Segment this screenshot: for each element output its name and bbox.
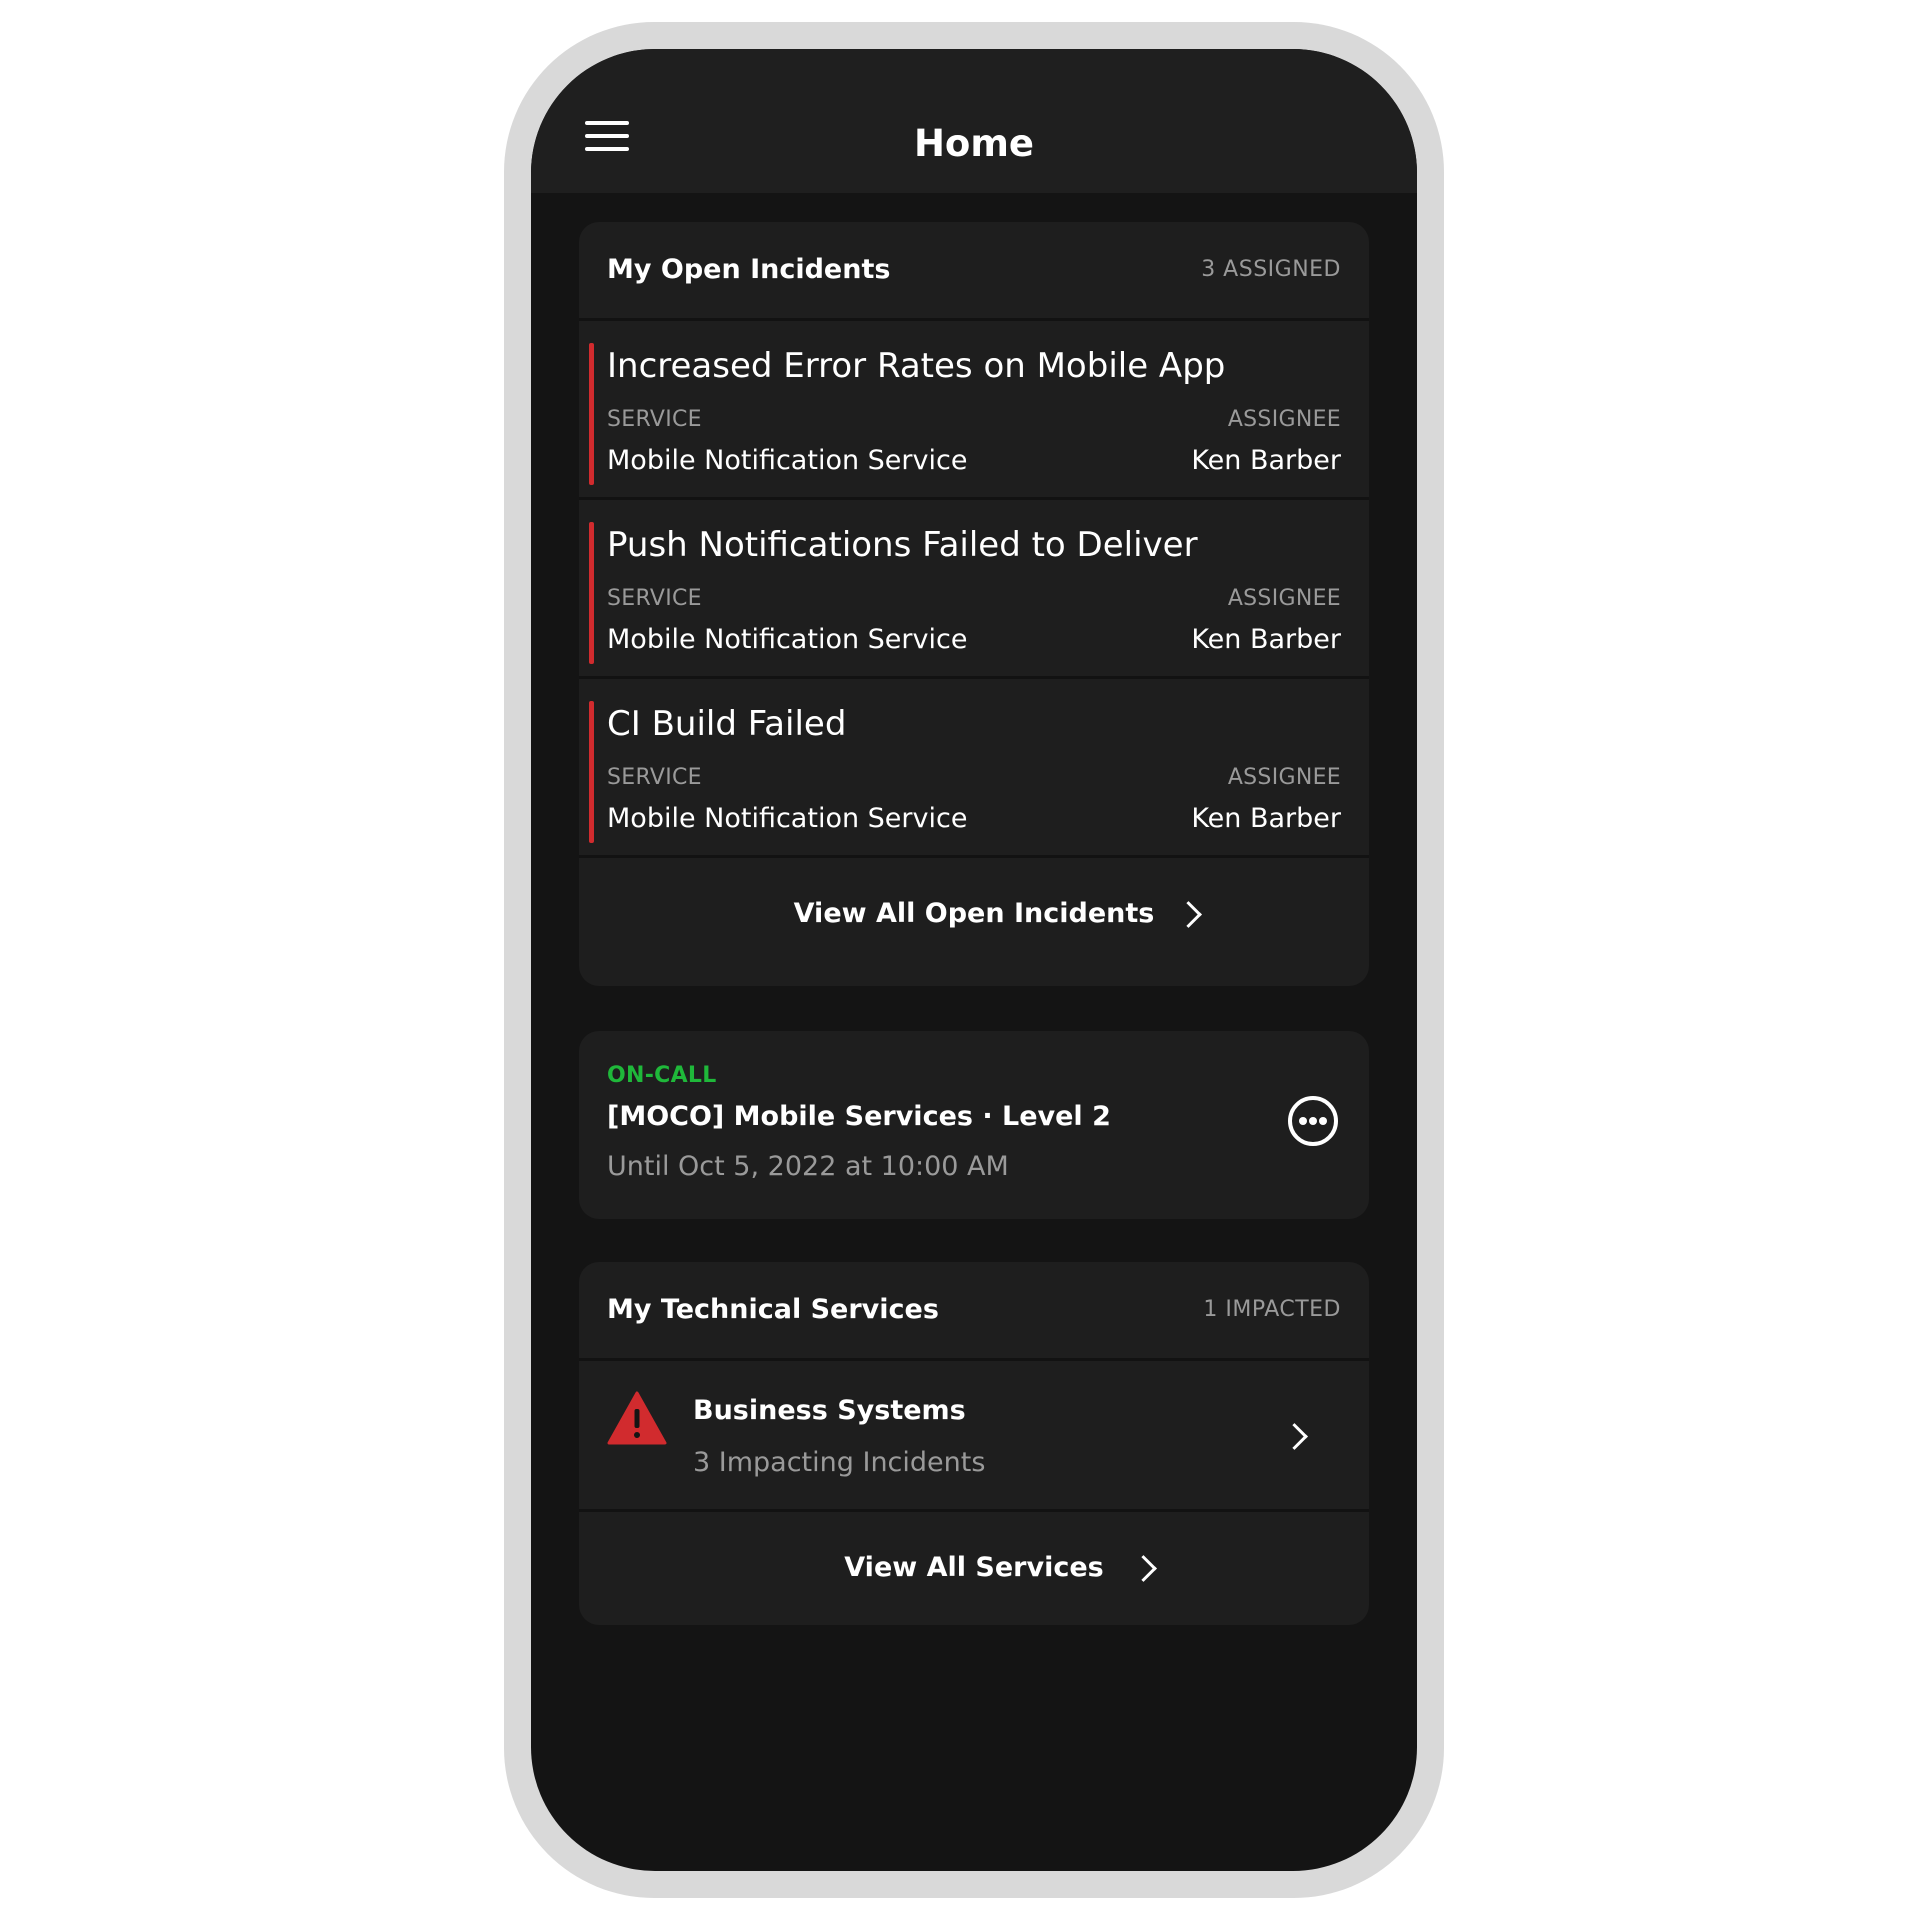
incident-row[interactable]: Push Notifications Failed to Deliver SER… (579, 500, 1369, 679)
open-incidents-title: My Open Incidents (607, 254, 891, 285)
assigned-count: 3 ASSIGNED (1201, 257, 1341, 282)
technical-services-card: My Technical Services 1 IMPACTED Busines… (579, 1262, 1369, 1625)
incident-title: Push Notifications Failed to Deliver (607, 525, 1198, 565)
on-call-label: ON-CALL (607, 1063, 717, 1088)
chevron-right-icon (1281, 1423, 1308, 1450)
more-options-icon[interactable] (1287, 1095, 1339, 1147)
impacting-incidents: 3 Impacting Incidents (693, 1447, 986, 1478)
service-label: SERVICE (607, 586, 702, 611)
warning-triangle-icon (607, 1391, 667, 1445)
on-call-card: ON-CALL [MOCO] Mobile Services · Level 2… (579, 1031, 1369, 1219)
incident-title: Increased Error Rates on Mobile App (607, 346, 1226, 386)
assignee-label: ASSIGNEE (1227, 407, 1341, 432)
incident-service: Mobile Notification Service (607, 624, 968, 655)
technical-services-header: My Technical Services 1 IMPACTED (579, 1262, 1369, 1361)
urgency-bar (589, 522, 594, 664)
incident-assignee: Ken Barber (1191, 624, 1341, 655)
incident-assignee: Ken Barber (1191, 803, 1341, 834)
view-all-incidents-button[interactable]: View All Open Incidents (579, 858, 1369, 970)
page-title: Home (913, 122, 1035, 165)
technical-services-title: My Technical Services (607, 1294, 939, 1325)
urgency-bar (589, 701, 594, 843)
view-all-services-button[interactable]: View All Services (579, 1512, 1369, 1624)
assignee-label: ASSIGNEE (1227, 586, 1341, 611)
incident-row[interactable]: CI Build Failed SERVICE ASSIGNEE Mobile … (579, 679, 1369, 858)
on-call-until: Until Oct 5, 2022 at 10:00 AM (607, 1151, 1009, 1182)
open-incidents-header: My Open Incidents 3 ASSIGNED (579, 222, 1369, 321)
view-all-services-label: View All Services (844, 1552, 1104, 1583)
incident-assignee: Ken Barber (1191, 445, 1341, 476)
service-label: SERVICE (607, 407, 702, 432)
app-screen: Home My Open Incidents 3 ASSIGNED Increa… (531, 49, 1417, 1871)
incident-title: CI Build Failed (607, 704, 847, 744)
open-incidents-card: My Open Incidents 3 ASSIGNED Increased E… (579, 222, 1369, 986)
urgency-bar (589, 343, 594, 485)
service-name: Business Systems (693, 1395, 966, 1426)
app-header: Home (531, 49, 1417, 193)
service-row[interactable]: Business Systems 3 Impacting Incidents (579, 1361, 1369, 1512)
impacted-count: 1 IMPACTED (1203, 1297, 1341, 1322)
incident-row[interactable]: Increased Error Rates on Mobile App SERV… (579, 321, 1369, 500)
incident-service: Mobile Notification Service (607, 803, 968, 834)
assignee-label: ASSIGNEE (1227, 765, 1341, 790)
incident-service: Mobile Notification Service (607, 445, 968, 476)
view-all-incidents-label: View All Open Incidents (793, 898, 1155, 929)
escalation-policy: [MOCO] Mobile Services · Level 2 (607, 1101, 1111, 1132)
phone-frame: Home My Open Incidents 3 ASSIGNED Increa… (504, 22, 1444, 1898)
service-label: SERVICE (607, 765, 702, 790)
